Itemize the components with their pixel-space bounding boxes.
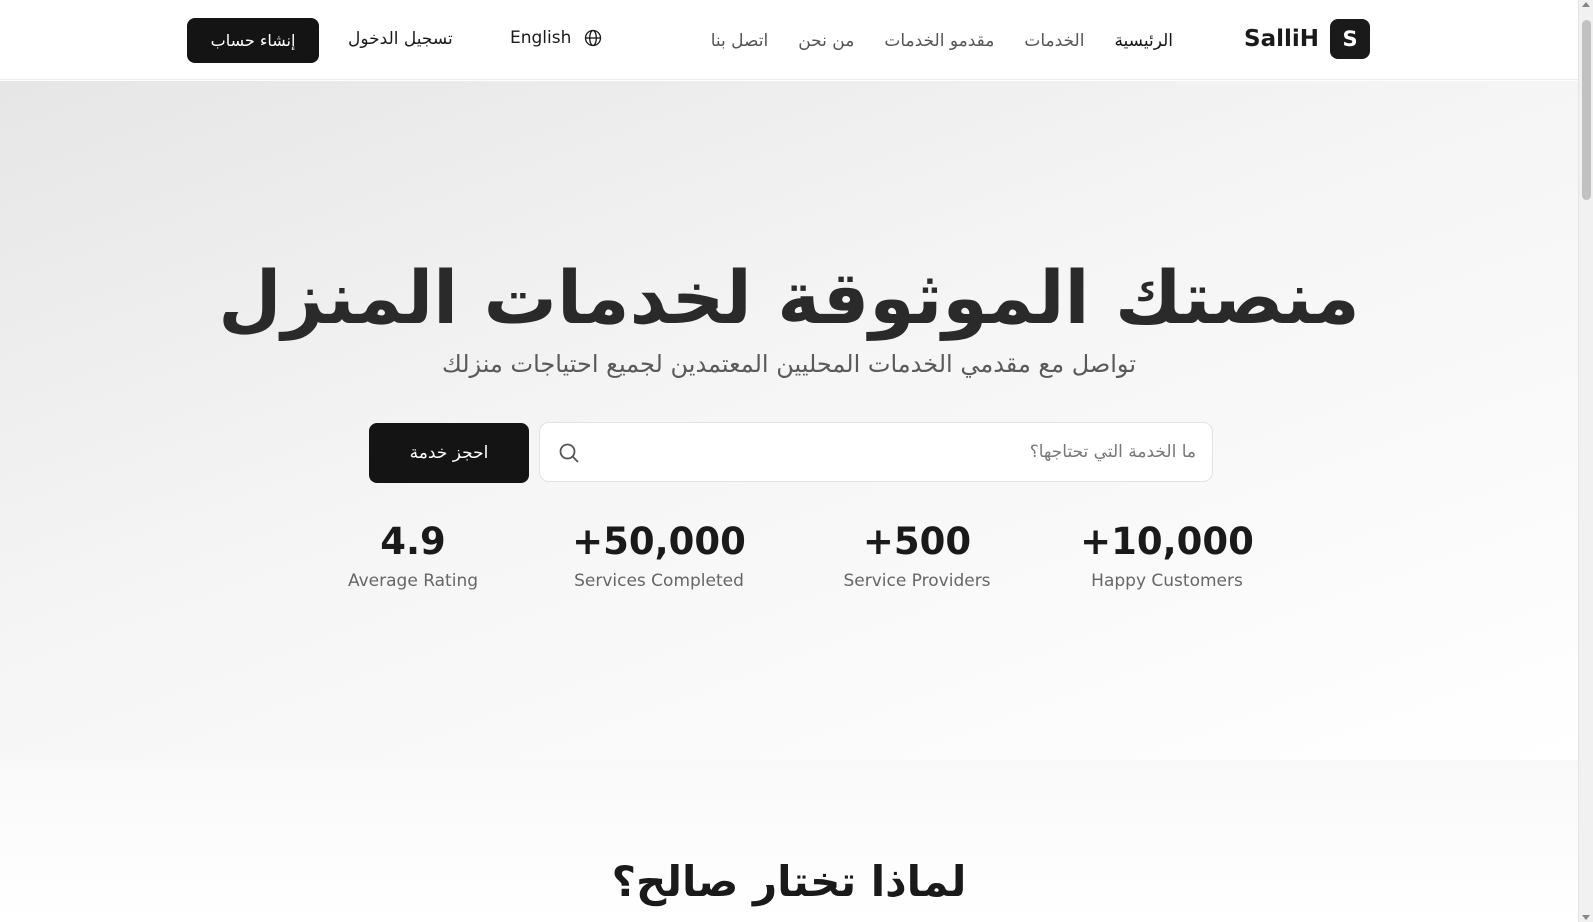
stat-label: Happy Customers — [1091, 571, 1243, 591]
nav-contact[interactable]: اتصل بنا — [711, 27, 769, 55]
logo-text: SalliH — [1244, 26, 1319, 52]
stat-label: Services Completed — [574, 571, 744, 591]
search-icon — [559, 443, 579, 463]
stat-happy-customers: +10,000 Happy Customers — [1072, 518, 1262, 594]
signup-button[interactable]: إنشاء حساب — [187, 18, 319, 63]
logo[interactable]: S SalliH — [1244, 19, 1370, 59]
nav-about[interactable]: من نحن — [798, 27, 854, 55]
stat-services-completed: +50,000 Services Completed — [564, 518, 754, 594]
globe-icon — [585, 29, 602, 47]
logo-mark: S — [1330, 19, 1370, 59]
scroll-down-arrow-icon[interactable] — [1582, 915, 1590, 920]
stat-value: 4.9 — [380, 520, 446, 563]
login-link[interactable]: تسجيل الدخول — [348, 29, 453, 49]
stat-label: Service Providers — [843, 571, 991, 591]
site-header: S SalliH الرئيسية الخدمات مقدمو الخدمات … — [0, 0, 1578, 80]
hero-title: منصتك الموثوقة لخدمات المنزل — [218, 256, 1360, 341]
language-label: English — [510, 28, 572, 48]
scroll-up-arrow-icon[interactable] — [1582, 2, 1590, 7]
stat-value: +10,000 — [1080, 520, 1254, 563]
book-service-button[interactable]: احجز خدمة — [369, 423, 529, 483]
page: S SalliH الرئيسية الخدمات مقدمو الخدمات … — [0, 0, 1593, 922]
hero-section: منصتك الموثوقة لخدمات المنزل تواصل مع مق… — [0, 81, 1578, 760]
why-title: لماذا تختار صالح؟ — [611, 857, 967, 906]
scrollbar-thumb[interactable] — [1582, 20, 1591, 200]
stat-average-rating: 4.9 Average Rating — [318, 518, 508, 594]
page-scrollbar[interactable] — [1578, 0, 1593, 922]
stat-value: +500 — [862, 520, 972, 563]
nav-providers[interactable]: مقدمو الخدمات — [884, 27, 994, 55]
hero-subtitle: تواصل مع مقدمي الخدمات المحليين المعتمدي… — [441, 350, 1136, 378]
search-box — [539, 422, 1213, 482]
stat-value: +50,000 — [572, 520, 746, 563]
main-nav: الرئيسية الخدمات مقدمو الخدمات من نحن ات… — [711, 27, 1173, 55]
why-section: لماذا تختار صالح؟ — [0, 760, 1578, 922]
language-switcher[interactable]: English — [510, 28, 603, 48]
nav-services[interactable]: الخدمات — [1024, 27, 1084, 55]
nav-home[interactable]: الرئيسية — [1114, 27, 1173, 55]
stat-label: Average Rating — [347, 571, 479, 591]
search-input[interactable] — [592, 423, 1196, 481]
stat-service-providers: +500 Service Providers — [822, 518, 1012, 594]
